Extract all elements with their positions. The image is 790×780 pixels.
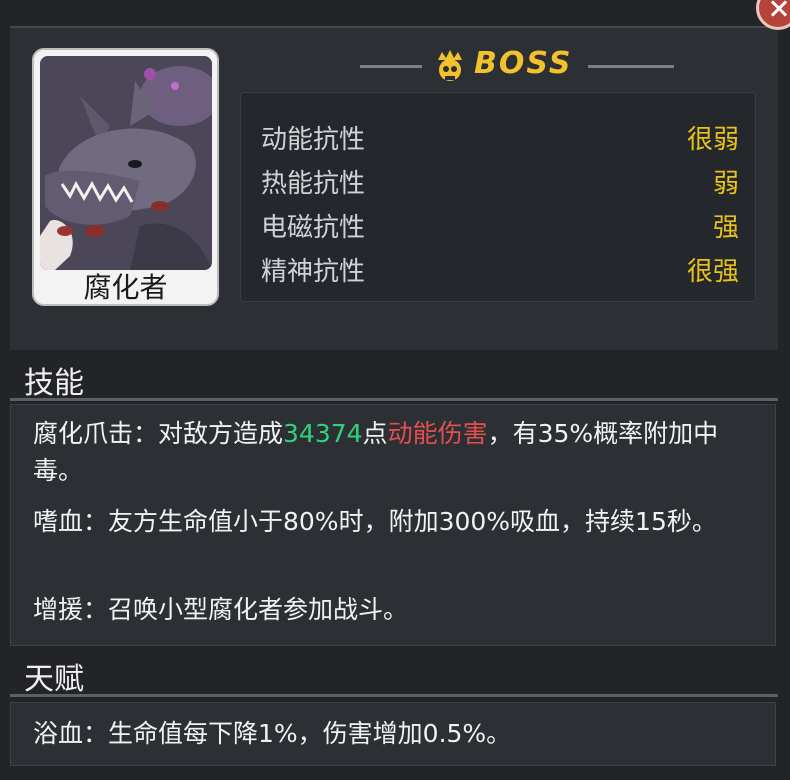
damage-number: 34374: [283, 419, 363, 448]
boss-skull-crown-icon: [438, 50, 462, 81]
skills-box: 腐化爪击：对敌方造成34374点动能伤害，有35%概率附加中毒。 嗜血：友方生命…: [10, 404, 776, 646]
skill-item: 腐化爪击：对敌方造成34374点动能伤害，有35%概率附加中毒。: [33, 415, 763, 489]
skills-heading: 技能: [24, 366, 84, 401]
talent-text: 浴血：生命值每下降1%，伤害增加0.5%。: [33, 719, 512, 748]
skill-mid: 点: [362, 419, 388, 448]
resistance-label: 电磁抗性: [261, 213, 366, 243]
resistance-label: 精神抗性: [261, 257, 366, 287]
resistance-row: 热能抗性 弱: [261, 163, 739, 203]
divider-right: [588, 65, 674, 68]
skill-item: 增援：召唤小型腐化者参加战斗。: [33, 595, 409, 624]
resistance-label: 热能抗性: [261, 169, 366, 199]
resistance-list: 动能抗性 很弱 热能抗性 弱 电磁抗性 强 精神抗性 很强: [240, 92, 756, 302]
boss-header: BOSS: [360, 46, 690, 88]
resistance-row: 精神抗性 很强: [261, 251, 739, 291]
damage-type: 动能伤害: [387, 419, 488, 448]
skill-item: 嗜血：友方生命值小于80%时，附加300%吸血，持续15秒。: [33, 507, 717, 536]
resistance-value: 强: [712, 213, 739, 243]
talent-heading: 天赋: [24, 662, 84, 697]
resistance-row: 动能抗性 很弱: [261, 119, 739, 159]
resistance-value: 很弱: [686, 125, 739, 155]
resistance-value: 很强: [686, 257, 739, 287]
resistance-label: 动能抗性: [261, 125, 366, 155]
enemy-portrait-card: 腐化者: [32, 48, 219, 306]
enemy-name: 腐化者: [83, 271, 168, 304]
divider-left: [360, 65, 422, 68]
skill-prefix: 腐化爪击：对敌方造成: [33, 419, 284, 448]
skills-divider: [10, 398, 778, 401]
resistance-value: 弱: [712, 169, 739, 199]
resistance-row: 电磁抗性 强: [261, 207, 739, 247]
wolf-monster-portrait: [40, 56, 212, 270]
talent-divider: [10, 694, 778, 697]
boss-label: BOSS: [474, 46, 573, 81]
enemy-info-panel: 腐化者 BOSS 动能抗性 很弱 热能抗性 弱 电磁抗性 强 精神抗性 很强 技…: [0, 0, 790, 780]
talent-box: 浴血：生命值每下降1%，伤害增加0.5%。: [10, 702, 776, 766]
